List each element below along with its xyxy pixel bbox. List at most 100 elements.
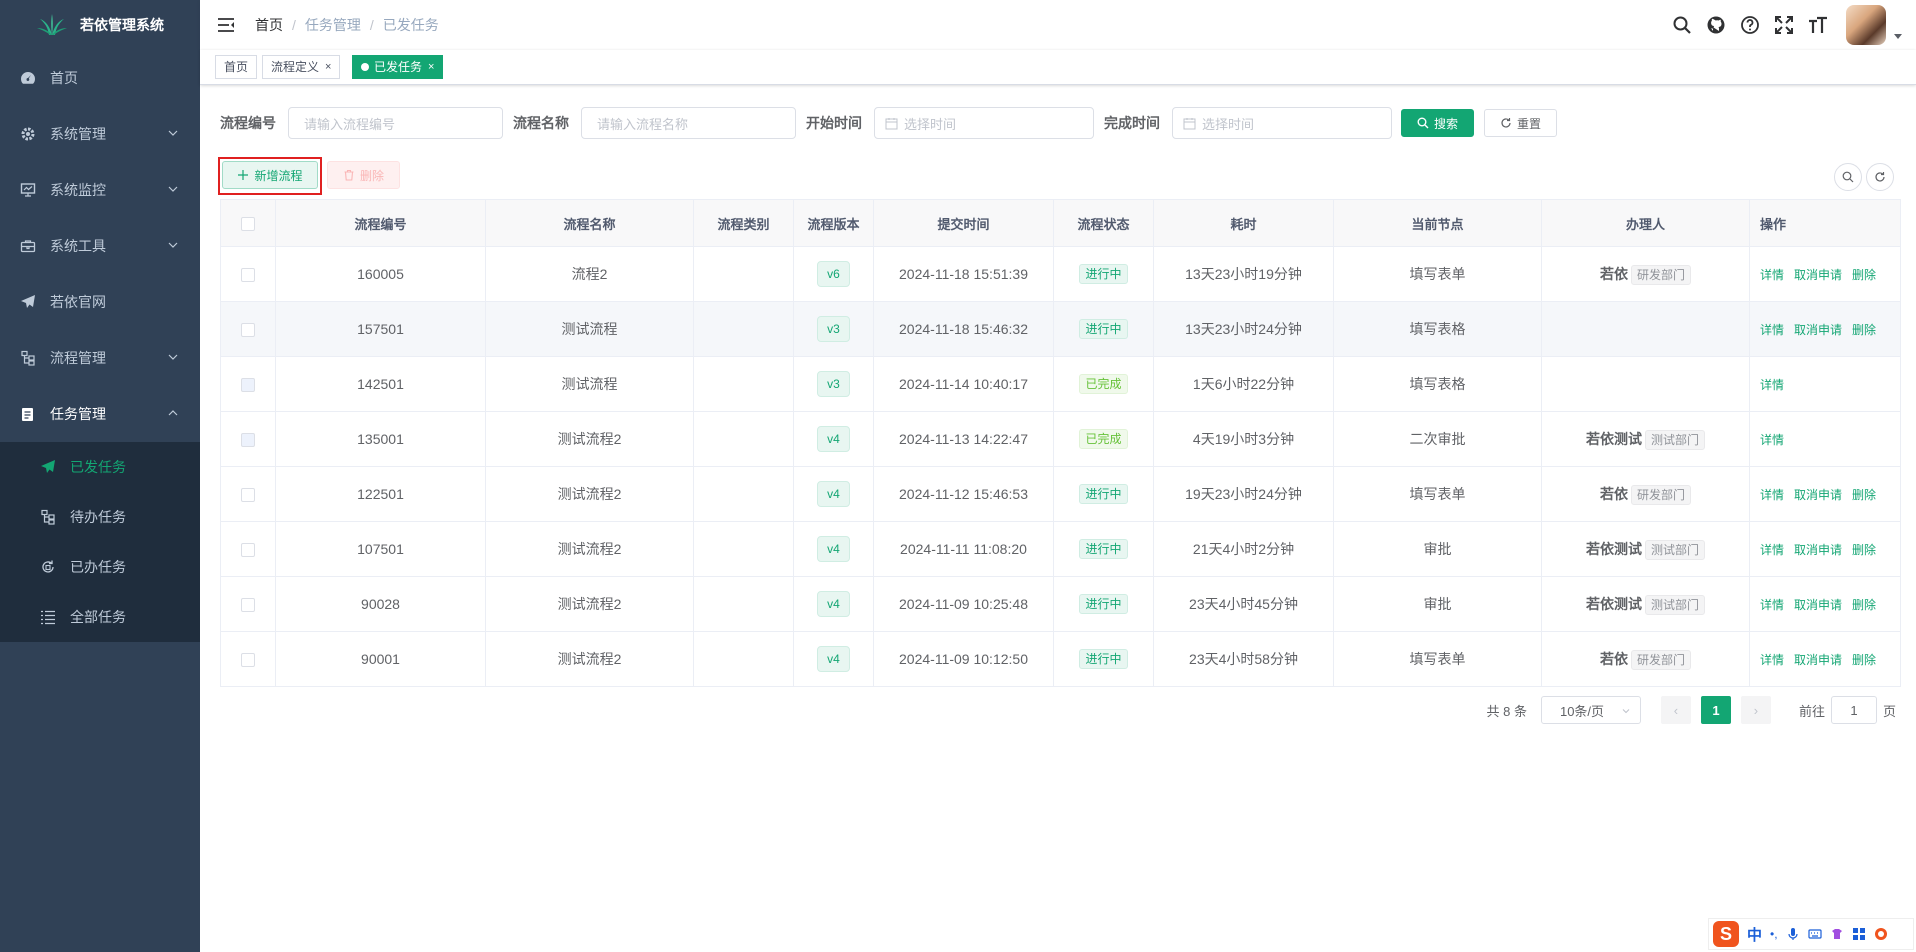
detail-link[interactable]: 详情	[1760, 433, 1784, 447]
skin-icon[interactable]	[1830, 927, 1844, 941]
row-checkbox[interactable]	[241, 598, 255, 613]
search-button[interactable]: 搜索	[1401, 109, 1474, 137]
table-row[interactable]: 107501 测试流程2 v4 2024-11-11 11:08:20 进行中 21天4小…	[220, 521, 1901, 577]
font-size-icon[interactable]	[1808, 15, 1828, 35]
row-checkbox[interactable]	[241, 488, 255, 503]
grid-apps-icon[interactable]	[1852, 927, 1866, 941]
sidebar-item-done-tasks[interactable]: 已办任务	[0, 542, 200, 592]
delete-link[interactable]: 删除	[1852, 598, 1876, 612]
sidebar-item-system-monitor[interactable]: 系统监控	[0, 162, 200, 218]
avatar[interactable]	[1846, 5, 1886, 45]
table-row[interactable]: 135001 测试流程2 v4 2024-11-13 14:22:47 已完成 4天19小…	[220, 411, 1901, 467]
fullscreen-icon[interactable]	[1774, 15, 1794, 35]
detail-link[interactable]: 详情	[1760, 653, 1784, 667]
header-assignee: 办理人	[1541, 199, 1750, 247]
table-row[interactable]: 90028 测试流程2 v4 2024-11-09 10:25:48 进行中 23天4小时…	[220, 576, 1901, 632]
status-badge: 进行中	[1079, 484, 1128, 504]
sidebar-item-task-management[interactable]: 任务管理	[0, 386, 200, 442]
reset-button[interactable]: 重置	[1484, 109, 1557, 137]
assistant-icon[interactable]	[1874, 927, 1888, 941]
cell-duration: 23天4小时58分钟	[1153, 631, 1334, 687]
ime-language-toggle[interactable]: 中	[1747, 924, 1762, 945]
page-number-1[interactable]: 1	[1700, 696, 1731, 724]
code-input[interactable]: 请输入流程编号	[288, 107, 503, 139]
cell-assignee	[1541, 356, 1750, 412]
next-page-button[interactable]: ›	[1740, 696, 1771, 724]
add-flow-button[interactable]: 新增流程	[222, 161, 318, 189]
sidebar-item-sent-tasks[interactable]: 已发任务	[0, 442, 200, 492]
close-icon[interactable]: ×	[325, 55, 331, 79]
detail-link[interactable]: 详情	[1760, 323, 1784, 337]
app-logo[interactable]: 若依管理系统	[0, 0, 200, 50]
reset-button-label: 重置	[1516, 116, 1541, 131]
toggle-search-button[interactable]	[1834, 163, 1862, 191]
start-time-picker[interactable]: 选择时间	[874, 107, 1094, 139]
name-input[interactable]: 请输入流程名称	[581, 107, 796, 139]
breadcrumb-home[interactable]: 首页	[255, 15, 283, 35]
detail-link[interactable]: 详情	[1760, 598, 1784, 612]
row-select-cell	[220, 631, 276, 687]
sidebar-item-system-tools[interactable]: 系统工具	[0, 218, 200, 274]
detail-link[interactable]: 详情	[1760, 488, 1784, 502]
row-checkbox[interactable]	[241, 323, 255, 338]
refresh-table-button[interactable]	[1866, 163, 1894, 191]
table-row[interactable]: 90001 测试流程2 v4 2024-11-09 10:12:50 进行中 23天4小时…	[220, 631, 1901, 687]
page-size-select[interactable]: 10条/页	[1540, 696, 1641, 724]
sidebar-item-flow-management[interactable]: 流程管理	[0, 330, 200, 386]
delete-link[interactable]: 删除	[1852, 268, 1876, 282]
monitor-icon	[20, 182, 36, 198]
detail-link[interactable]: 详情	[1760, 378, 1784, 392]
sidebar-item-ruoyi-site[interactable]: 若依官网	[0, 274, 200, 330]
sidebar-item-all-tasks[interactable]: 全部任务	[0, 592, 200, 642]
cancel-request-link[interactable]: 取消申请	[1794, 653, 1842, 667]
delete-link[interactable]: 删除	[1852, 543, 1876, 557]
select-all-checkbox[interactable]	[241, 216, 255, 231]
cancel-request-link[interactable]: 取消申请	[1794, 488, 1842, 502]
sogou-logo-icon[interactable]: S	[1713, 921, 1739, 947]
end-time-picker[interactable]: 选择时间	[1172, 107, 1392, 139]
delete-link[interactable]: 删除	[1852, 323, 1876, 337]
sidebar-item-system-admin[interactable]: 系统管理	[0, 106, 200, 162]
table-row[interactable]: 122501 测试流程2 v4 2024-11-12 15:46:53 进行中 19天23…	[220, 466, 1901, 522]
tag-sent-tasks[interactable]: 已发任务 ×	[352, 55, 444, 79]
sidebar-item-home[interactable]: 首页	[0, 50, 200, 106]
paper-plane-icon	[20, 294, 36, 310]
task-submenu: 已发任务 待办任务 已办任务 全部任务	[0, 442, 200, 642]
table-row[interactable]: 142501 测试流程 v3 2024-11-14 10:40:17 已完成 1天6小时2…	[220, 356, 1901, 412]
search-icon[interactable]	[1672, 15, 1692, 35]
goto-page-input[interactable]: 1	[1830, 696, 1877, 724]
tag-flow-definition[interactable]: 流程定义 ×	[262, 55, 341, 79]
cancel-request-link[interactable]: 取消申请	[1794, 598, 1842, 612]
cell-submit-time: 2024-11-09 10:25:48	[873, 576, 1054, 632]
row-checkbox[interactable]	[241, 433, 255, 448]
breadcrumb: 首页 / 任务管理 / 已发任务	[255, 15, 439, 35]
prev-page-button[interactable]: ‹	[1660, 696, 1691, 724]
row-checkbox[interactable]	[241, 268, 255, 283]
delete-button[interactable]: 删除	[327, 161, 400, 189]
table-row[interactable]: 157501 测试流程 v3 2024-11-18 15:46:32 进行中 13天23小…	[220, 301, 1901, 357]
hamburger-icon[interactable]	[217, 16, 235, 34]
dept-tag: 研发部门	[1630, 649, 1691, 670]
detail-link[interactable]: 详情	[1760, 543, 1784, 557]
row-checkbox[interactable]	[241, 378, 255, 393]
keyboard-icon[interactable]	[1807, 927, 1822, 941]
caret-down-icon[interactable]	[1894, 33, 1902, 39]
ime-punctuation-toggle[interactable]: •,	[1770, 927, 1778, 941]
row-checkbox[interactable]	[241, 543, 255, 558]
dept-tag: 测试部门	[1644, 594, 1705, 615]
delete-link[interactable]: 删除	[1852, 653, 1876, 667]
table-row[interactable]: 160005 流程2 v6 2024-11-18 15:51:39 进行中 13天23小时…	[220, 246, 1901, 302]
cancel-request-link[interactable]: 取消申请	[1794, 268, 1842, 282]
delete-link[interactable]: 删除	[1852, 488, 1876, 502]
tag-home[interactable]: 首页	[215, 55, 258, 79]
cancel-request-link[interactable]: 取消申请	[1794, 323, 1842, 337]
close-icon[interactable]: ×	[428, 55, 434, 79]
microphone-icon[interactable]	[1786, 927, 1800, 941]
github-icon[interactable]	[1706, 15, 1726, 35]
select-all-cell	[220, 199, 276, 247]
row-checkbox[interactable]	[241, 653, 255, 668]
detail-link[interactable]: 详情	[1760, 268, 1784, 282]
sidebar-item-todo-tasks[interactable]: 待办任务	[0, 492, 200, 542]
help-icon[interactable]	[1740, 15, 1760, 35]
cancel-request-link[interactable]: 取消申请	[1794, 543, 1842, 557]
